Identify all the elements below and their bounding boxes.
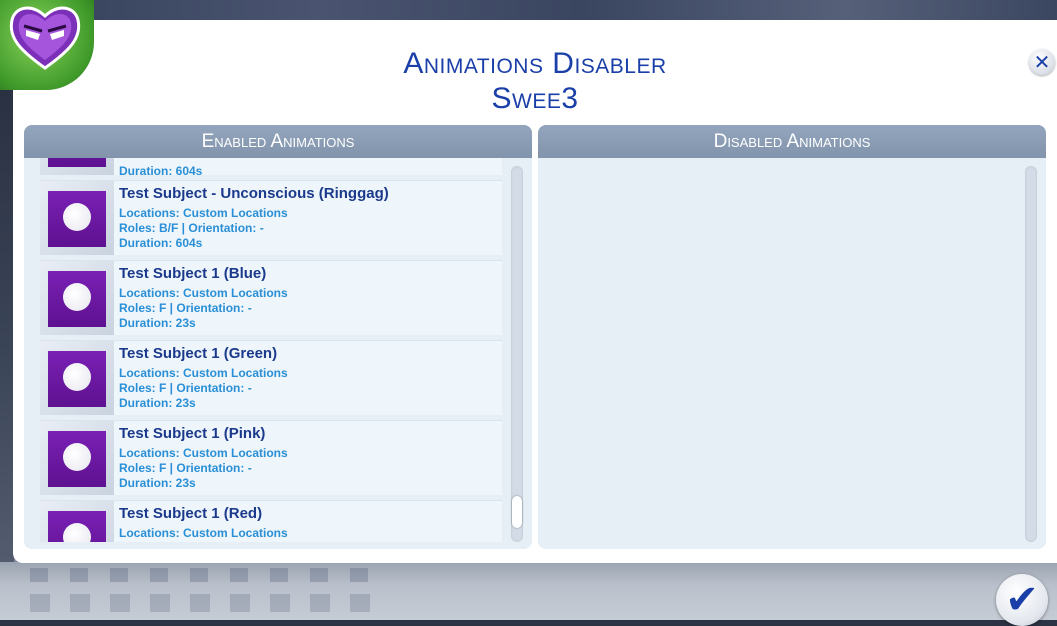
item-name: Test Subject - Unconscious (Ringgag) xyxy=(119,185,389,202)
list-item[interactable]: Test Subject 1 (Blue) Locations: Custom … xyxy=(40,260,502,335)
item-locations: Locations: Custom Locations xyxy=(119,446,288,460)
background-icons-row xyxy=(30,568,390,582)
list-item[interactable]: Duration: 604s xyxy=(40,158,502,178)
disabled-animations-panel: Disabled Animations xyxy=(538,125,1046,549)
item-roles: Roles: F | Orientation: - xyxy=(119,381,252,395)
list-item[interactable]: Test Subject 1 (Green) Locations: Custom… xyxy=(40,340,502,415)
close-button[interactable]: ✕ xyxy=(1029,49,1055,75)
dialog-subtitle: Swee3 xyxy=(491,82,579,115)
close-icon: ✕ xyxy=(1033,50,1051,74)
enabled-animations-header: Enabled Animations xyxy=(24,125,532,158)
list-item[interactable]: Test Subject - Unconscious (Ringgag) Loc… xyxy=(40,180,502,255)
game-background-left xyxy=(0,88,14,620)
scrollbar-thumb[interactable] xyxy=(512,496,522,528)
item-name: Test Subject 1 (Green) xyxy=(119,345,278,362)
item-roles: Roles: B/F | Orientation: - xyxy=(119,221,264,235)
purple-heart-face-icon xyxy=(9,6,81,70)
animation-thumbnail-icon xyxy=(40,501,114,542)
item-roles: Roles: F | Orientation: - xyxy=(119,301,252,315)
enabled-list-scrollbar[interactable] xyxy=(511,166,523,542)
list-item[interactable]: Test Subject 1 (Pink) Locations: Custom … xyxy=(40,420,502,495)
item-locations: Locations: Custom Locations xyxy=(119,526,288,540)
confirm-button[interactable]: ✔ xyxy=(996,574,1048,626)
game-background-bottom xyxy=(0,562,1057,620)
item-duration: Duration: 604s xyxy=(119,236,203,250)
item-locations: Locations: Custom Locations xyxy=(119,286,288,300)
item-roles: Roles: F | Orientation: - xyxy=(119,461,252,475)
disabled-animations-header: Disabled Animations xyxy=(538,125,1046,158)
animation-thumbnail-icon xyxy=(40,421,114,495)
item-duration: Duration: 23s xyxy=(119,316,196,330)
animation-thumbnail-icon xyxy=(40,261,114,335)
animation-thumbnail-icon xyxy=(40,158,114,175)
disabled-list-scrollbar[interactable] xyxy=(1025,166,1037,542)
enabled-animations-list[interactable]: Duration: 604s Test Subject - Unconsciou… xyxy=(40,158,502,542)
dialog-title: Animations Disabler xyxy=(403,47,667,80)
item-locations: Locations: Custom Locations xyxy=(119,206,288,220)
item-locations: Locations: Custom Locations xyxy=(119,366,288,380)
item-name: Test Subject 1 (Blue) xyxy=(119,265,267,282)
animation-thumbnail-icon xyxy=(40,341,114,415)
disabled-animations-list[interactable] xyxy=(554,158,1016,542)
item-duration: Duration: 604s xyxy=(119,164,203,178)
list-item[interactable]: Test Subject 1 (Red) Locations: Custom L… xyxy=(40,500,502,542)
item-duration: Duration: 23s xyxy=(119,396,196,410)
item-name: Test Subject 1 (Red) xyxy=(119,505,263,522)
enabled-animations-panel: Enabled Animations Duration: 604s Test S… xyxy=(24,125,532,549)
item-name: Test Subject 1 (Pink) xyxy=(119,425,266,442)
animation-thumbnail-icon xyxy=(40,181,114,255)
item-duration: Duration: 23s xyxy=(119,476,196,490)
checkmark-icon: ✔ xyxy=(1005,577,1039,623)
background-icons-row xyxy=(30,594,390,612)
